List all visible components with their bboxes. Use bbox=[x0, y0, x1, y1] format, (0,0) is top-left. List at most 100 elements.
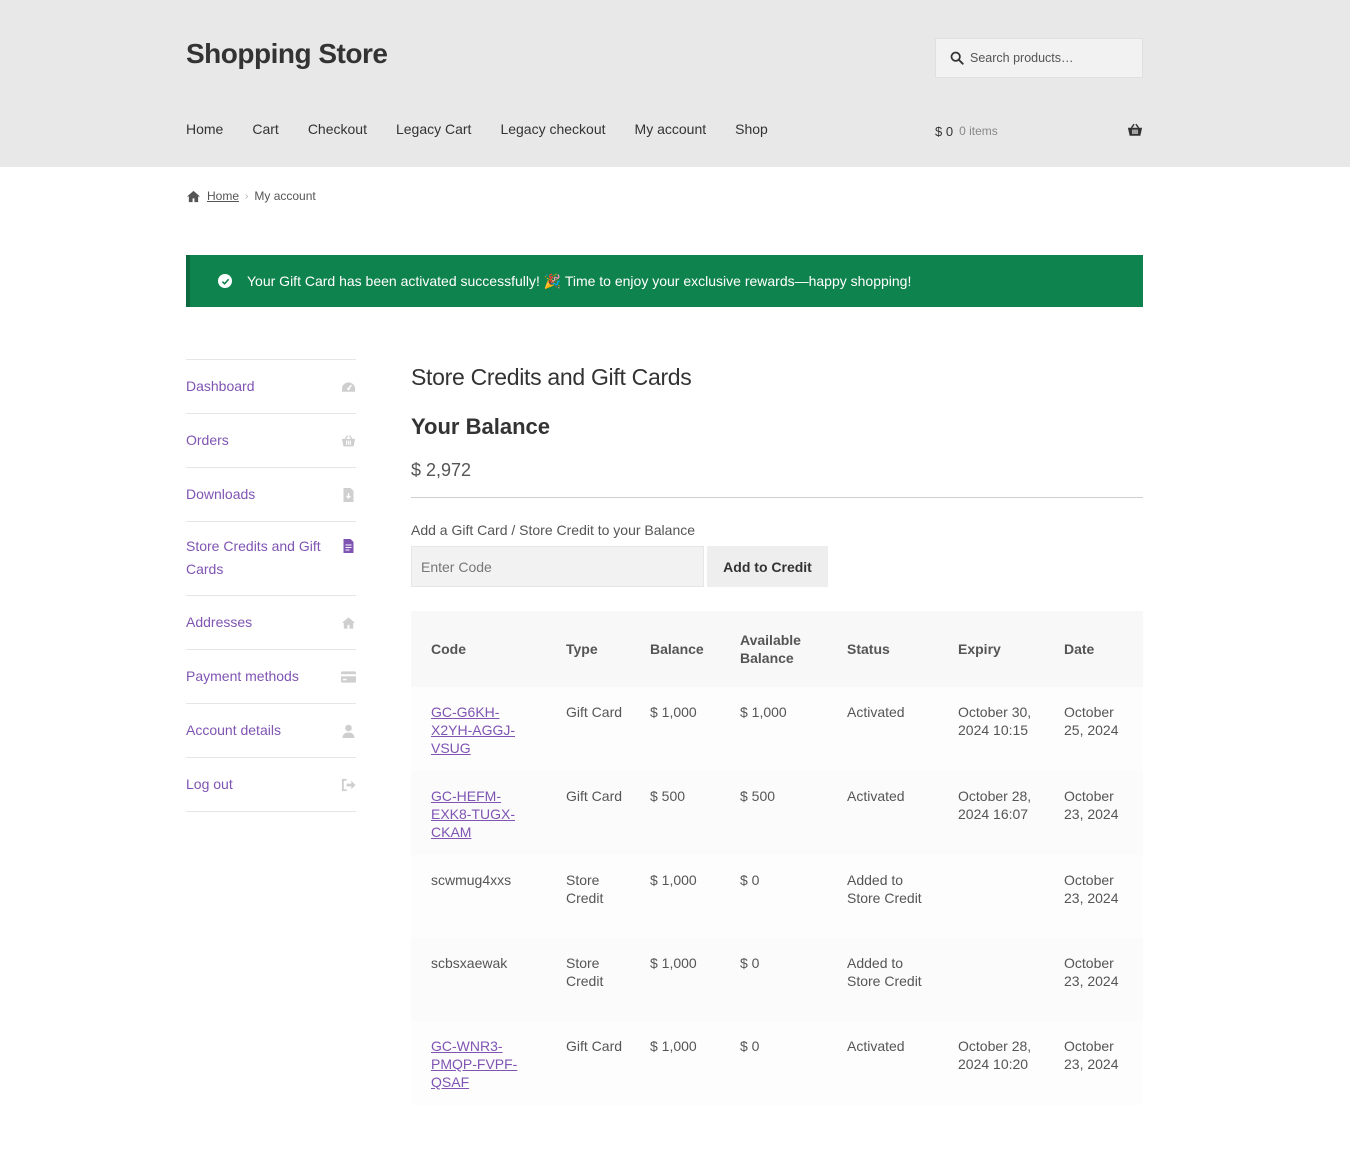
cell-status: Activated bbox=[847, 704, 905, 720]
main-content: Store Credits and Gift Cards Your Balanc… bbox=[411, 364, 1143, 1105]
nav-my-account[interactable]: My account bbox=[635, 121, 707, 137]
home-icon bbox=[340, 616, 356, 630]
nav-legacy-checkout[interactable]: Legacy checkout bbox=[500, 121, 605, 137]
cell-code: GC-WNR3-PMQP-FVPF-QSAF bbox=[411, 1021, 546, 1105]
nav-legacy-cart[interactable]: Legacy Cart bbox=[396, 121, 471, 137]
cell-balance: $ 500 bbox=[650, 788, 686, 804]
account-nav-payment-methods[interactable]: Payment methods bbox=[186, 650, 356, 704]
cell-expiry bbox=[938, 938, 1044, 1021]
table-row: GC-G6KH-X2YH-AGGJ-VSUG Gift Card $ 1,000… bbox=[411, 687, 1143, 771]
account-nav-addresses[interactable]: Addresses bbox=[186, 596, 356, 650]
nav-checkout[interactable]: Checkout bbox=[308, 121, 367, 137]
cell-date: October 23, 2024 bbox=[1064, 1038, 1119, 1072]
file-text-icon bbox=[340, 539, 356, 553]
account-nav-label: Addresses bbox=[186, 614, 253, 630]
cell-status: Activated bbox=[847, 788, 905, 804]
notice-text: Your Gift Card has been activated succes… bbox=[247, 272, 912, 289]
basket-icon bbox=[1127, 123, 1143, 136]
cell-expiry: October 28, 2024 16:07 bbox=[958, 788, 1032, 822]
credits-table: Code Type Balance Available Balance Stat… bbox=[411, 611, 1143, 1105]
cell-type: Gift Card bbox=[566, 704, 623, 720]
cell-expiry: October 30, 2024 10:15 bbox=[958, 704, 1032, 738]
account-nav-store-credits[interactable]: Store Credits and Gift Cards bbox=[186, 522, 356, 596]
column-header-balance: Balance bbox=[630, 611, 720, 687]
cell-available: $ 0 bbox=[740, 955, 760, 971]
divider bbox=[411, 497, 1143, 498]
cell-status: Added to Store Credit bbox=[847, 872, 922, 906]
account-nav-label: Log out bbox=[186, 776, 233, 792]
cell-date: October 23, 2024 bbox=[1064, 872, 1119, 906]
breadcrumb-separator-icon: › bbox=[245, 190, 249, 202]
cell-code: GC-G6KH-X2YH-AGGJ-VSUG bbox=[411, 687, 546, 771]
mini-cart[interactable]: $ 0 0 items bbox=[935, 121, 1143, 141]
table-row: GC-HEFM-EXK8-TUGX-CKAM Gift Card $ 500 $… bbox=[411, 771, 1143, 855]
search-box[interactable] bbox=[935, 38, 1143, 78]
column-header-available-balance: Available Balance bbox=[720, 611, 827, 687]
breadcrumb-current: My account bbox=[254, 189, 316, 203]
add-credit-label: Add a Gift Card / Store Credit to your B… bbox=[411, 522, 696, 538]
gift-card-code-link[interactable]: GC-G6KH-X2YH-AGGJ-VSUG bbox=[431, 704, 515, 756]
nav-home[interactable]: Home bbox=[186, 121, 223, 137]
credit-card-icon bbox=[340, 670, 356, 684]
nav-shop[interactable]: Shop bbox=[735, 121, 768, 137]
gift-card-code-link[interactable]: GC-HEFM-EXK8-TUGX-CKAM bbox=[431, 788, 515, 840]
cell-expiry: October 28, 2024 10:20 bbox=[958, 1038, 1032, 1072]
site-header: Shopping Store Home Cart Checkout Legacy… bbox=[0, 0, 1350, 167]
gift-card-code-link[interactable]: GC-WNR3-PMQP-FVPF-QSAF bbox=[431, 1038, 517, 1090]
cart-count: 0 items bbox=[959, 124, 998, 138]
search-input[interactable] bbox=[970, 51, 1130, 65]
cell-date: October 23, 2024 bbox=[1064, 788, 1119, 822]
search-icon bbox=[950, 51, 964, 65]
account-nav-downloads[interactable]: Downloads bbox=[186, 468, 356, 522]
account-nav-account-details[interactable]: Account details bbox=[186, 704, 356, 758]
cell-status: Activated bbox=[847, 1038, 905, 1054]
cell-balance: $ 1,000 bbox=[650, 872, 697, 888]
account-nav-label: Orders bbox=[186, 432, 229, 448]
column-header-date: Date bbox=[1044, 611, 1143, 687]
cell-balance: $ 1,000 bbox=[650, 1038, 697, 1054]
success-notice: Your Gift Card has been activated succes… bbox=[186, 255, 1143, 307]
account-nav-label: Account details bbox=[186, 722, 281, 738]
cell-available: $ 500 bbox=[740, 788, 776, 804]
cell-available: $ 0 bbox=[740, 872, 760, 888]
cell-code: scwmug4xxs bbox=[431, 872, 512, 888]
add-to-credit-button[interactable]: Add to Credit bbox=[707, 546, 828, 587]
cell-code: scbsxaewak bbox=[431, 955, 508, 971]
nav-cart[interactable]: Cart bbox=[252, 121, 278, 137]
column-header-type: Type bbox=[546, 611, 630, 687]
site-title[interactable]: Shopping Store bbox=[186, 38, 388, 70]
cell-available: $ 1,000 bbox=[740, 704, 787, 720]
sign-out-icon bbox=[340, 778, 356, 792]
cell-status: Added to Store Credit bbox=[847, 955, 922, 989]
balance-heading: Your Balance bbox=[411, 414, 550, 439]
primary-navigation: Home Cart Checkout Legacy Cart Legacy ch… bbox=[186, 121, 797, 137]
gift-code-input[interactable] bbox=[411, 546, 704, 587]
column-header-status: Status bbox=[827, 611, 938, 687]
column-header-expiry: Expiry bbox=[938, 611, 1044, 687]
add-credit-form: Add to Credit bbox=[411, 546, 1143, 587]
cell-available: $ 0 bbox=[740, 1038, 760, 1054]
breadcrumb: Home › My account bbox=[186, 189, 316, 203]
cell-type: Store Credit bbox=[566, 872, 604, 906]
account-nav-logout[interactable]: Log out bbox=[186, 758, 356, 812]
account-nav-orders[interactable]: Orders bbox=[186, 414, 356, 468]
check-circle-icon bbox=[218, 274, 232, 288]
dashboard-icon bbox=[340, 380, 356, 394]
account-nav-label: Payment methods bbox=[186, 668, 299, 684]
account-nav-label: Store Credits and Gift Cards bbox=[186, 538, 321, 577]
cell-date: October 25, 2024 bbox=[1064, 704, 1119, 738]
cell-balance: $ 1,000 bbox=[650, 704, 697, 720]
user-icon bbox=[340, 724, 356, 738]
account-navigation: Dashboard Orders Downloads Store Credits… bbox=[186, 359, 356, 812]
cell-type: Store Credit bbox=[566, 955, 604, 989]
basket-icon bbox=[340, 434, 356, 448]
cell-date: October 23, 2024 bbox=[1064, 955, 1119, 989]
cell-expiry bbox=[938, 855, 1044, 938]
table-row: scwmug4xxs Store Credit $ 1,000 $ 0 Adde… bbox=[411, 855, 1143, 938]
cart-amount: $ 0 bbox=[935, 123, 954, 139]
home-icon bbox=[187, 190, 200, 202]
table-header-row: Code Type Balance Available Balance Stat… bbox=[411, 611, 1143, 687]
breadcrumb-home[interactable]: Home bbox=[207, 189, 239, 203]
account-nav-dashboard[interactable]: Dashboard bbox=[186, 360, 356, 414]
table-row: GC-WNR3-PMQP-FVPF-QSAF Gift Card $ 1,000… bbox=[411, 1021, 1143, 1105]
